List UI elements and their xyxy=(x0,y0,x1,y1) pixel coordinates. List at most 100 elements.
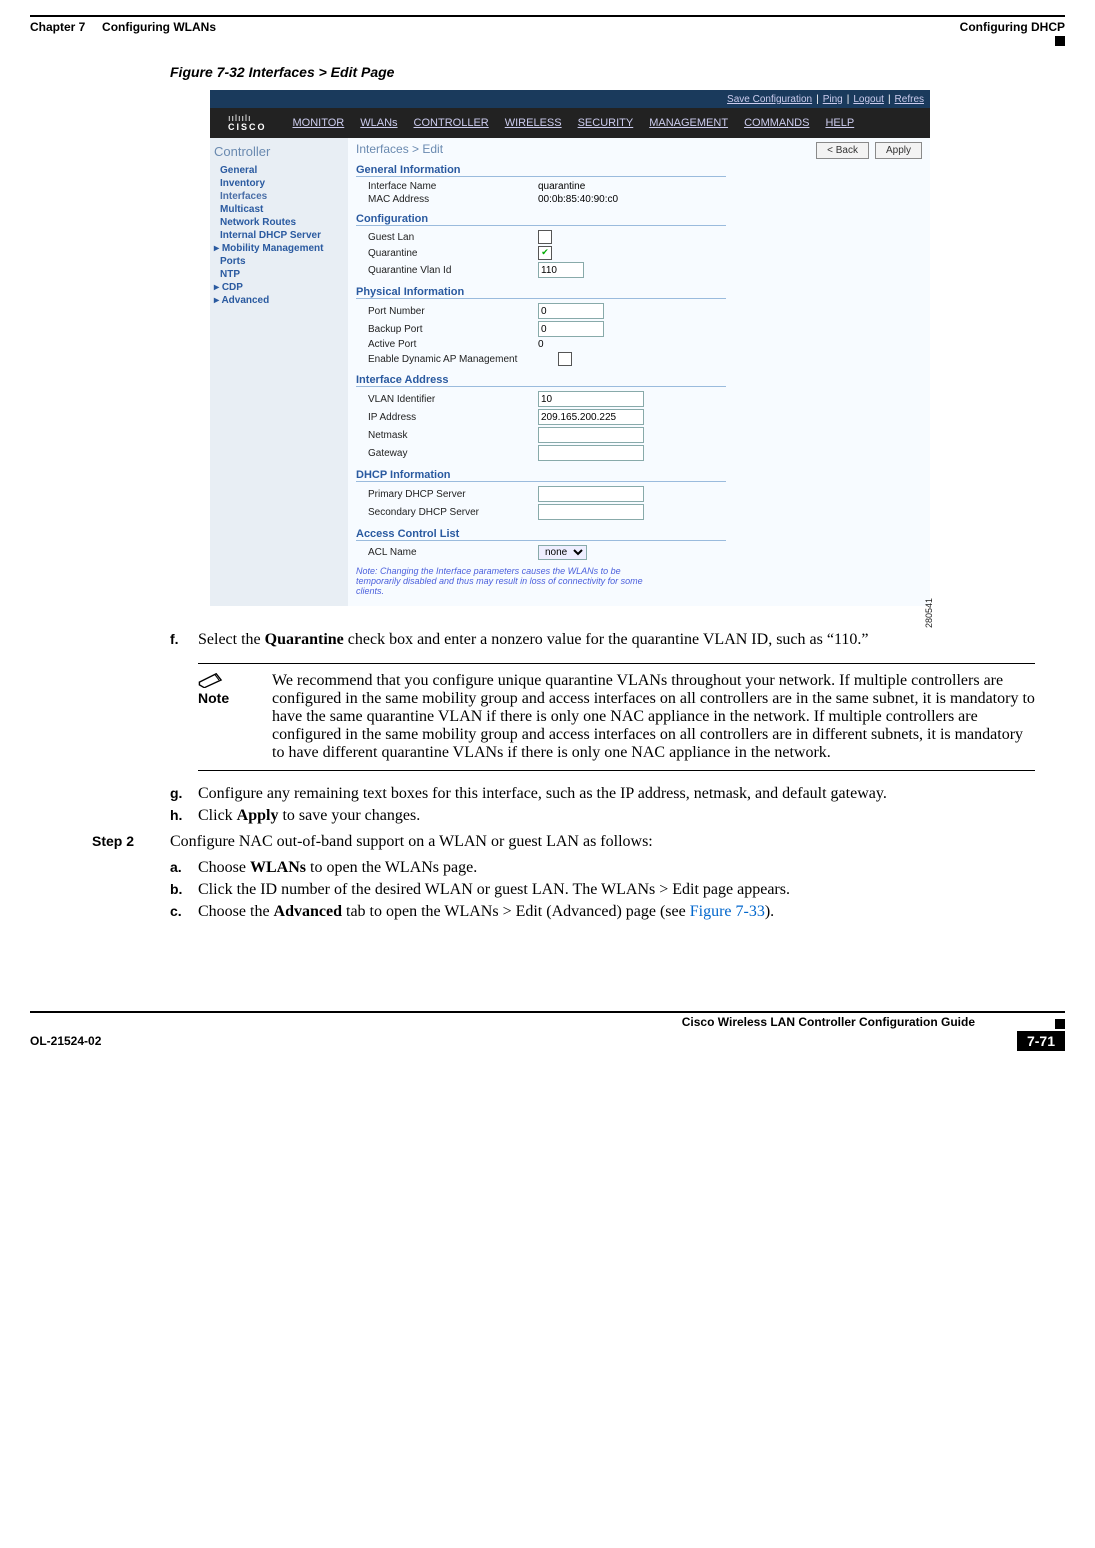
sidebar-item-multicast[interactable]: Multicast xyxy=(220,204,344,215)
sidebar-item-ports[interactable]: Ports xyxy=(220,256,344,267)
label-netmask: Netmask xyxy=(368,430,538,441)
screenshot-panel: Save Configuration | Ping | Logout | Ref… xyxy=(210,90,930,606)
label-active-port: Active Port xyxy=(368,339,538,350)
menu-commands[interactable]: COMMANDS xyxy=(744,117,809,129)
label-guest-lan: Guest Lan xyxy=(368,232,538,243)
screenshot-side-caption: 280541 xyxy=(924,598,934,628)
note-text: We recommend that you configure unique q… xyxy=(272,672,1035,762)
figure-caption: Figure 7-32 Interfaces > Edit Page xyxy=(170,64,1035,80)
pencil-icon xyxy=(198,672,226,688)
footer-doc-number: OL-21524-02 xyxy=(30,1034,101,1048)
ping-link[interactable]: Ping xyxy=(823,94,843,105)
chapter-label: Chapter 7 xyxy=(30,20,85,34)
step-b-marker: b. xyxy=(170,881,198,899)
checkbox-guest-lan[interactable] xyxy=(538,230,552,244)
label-ip-address: IP Address xyxy=(368,412,538,423)
input-ip-address[interactable] xyxy=(538,409,644,425)
sidebar-item-network-routes[interactable]: Network Routes xyxy=(220,217,344,228)
section-configuration: Configuration xyxy=(356,213,726,226)
screenshot-main: Interfaces > Edit < Back Apply General I… xyxy=(348,138,930,606)
step-g-marker: g. xyxy=(170,785,198,803)
label-port-number: Port Number xyxy=(368,306,538,317)
logout-link[interactable]: Logout xyxy=(853,94,884,105)
input-quarantine-vlan[interactable] xyxy=(538,262,584,278)
step-f-marker: f. xyxy=(170,631,198,649)
input-netmask[interactable] xyxy=(538,427,644,443)
label-backup-port: Backup Port xyxy=(368,324,538,335)
chapter-title: Configuring WLANs xyxy=(102,20,216,34)
input-primary-dhcp[interactable] xyxy=(538,486,644,502)
label-gateway: Gateway xyxy=(368,448,538,459)
label-secondary-dhcp: Secondary DHCP Server xyxy=(368,507,538,518)
sidebar-item-ntp[interactable]: NTP xyxy=(220,269,344,280)
label-quarantine-vlan: Quarantine Vlan Id xyxy=(368,265,538,276)
section-dhcp-info: DHCP Information xyxy=(356,469,726,482)
screenshot-sidebar: Controller General Inventory Interfaces … xyxy=(210,138,348,606)
refresh-link[interactable]: Refres xyxy=(895,94,924,105)
sidebar-item-general[interactable]: General xyxy=(220,165,344,176)
label-vlan-id: VLAN Identifier xyxy=(368,394,538,405)
note-label: Note xyxy=(198,690,272,706)
checkbox-dynamic-ap[interactable] xyxy=(558,352,572,366)
section-acl: Access Control List xyxy=(356,528,726,541)
save-config-link[interactable]: Save Configuration xyxy=(727,94,812,105)
label-mac-address: MAC Address xyxy=(368,194,538,205)
input-vlan-id[interactable] xyxy=(538,391,644,407)
sidebar-item-inventory[interactable]: Inventory xyxy=(220,178,344,189)
sidebar-title: Controller xyxy=(214,144,344,159)
figure-link[interactable]: Figure 7-33 xyxy=(690,903,765,920)
sidebar-item-cdp[interactable]: ▸ CDP xyxy=(214,282,344,293)
header-marker-icon xyxy=(1055,36,1065,46)
section-interface-address: Interface Address xyxy=(356,374,726,387)
step-a-marker: a. xyxy=(170,859,198,877)
sidebar-item-dhcp-server[interactable]: Internal DHCP Server xyxy=(220,230,344,241)
sidebar-item-interfaces[interactable]: Interfaces xyxy=(220,191,344,202)
menu-monitor[interactable]: MONITOR xyxy=(293,117,345,129)
screenshot-note: Note: Changing the Interface parameters … xyxy=(356,566,656,596)
menu-help[interactable]: HELP xyxy=(825,117,854,129)
step-2-text: Configure NAC out-of-band support on a W… xyxy=(170,833,653,851)
input-gateway[interactable] xyxy=(538,445,644,461)
step-h-text: Click Apply to save your changes. xyxy=(198,807,1035,825)
label-quarantine: Quarantine xyxy=(368,248,538,259)
input-secondary-dhcp[interactable] xyxy=(538,504,644,520)
menu-controller[interactable]: CONTROLLER xyxy=(414,117,489,129)
input-backup-port[interactable] xyxy=(538,321,604,337)
step-2-marker: Step 2 xyxy=(92,833,170,851)
select-acl-name[interactable]: none xyxy=(538,545,587,560)
step-h-marker: h. xyxy=(170,807,198,825)
step-c-text: Choose the Advanced tab to open the WLAN… xyxy=(198,903,1035,921)
menu-management[interactable]: MANAGEMENT xyxy=(649,117,728,129)
screenshot-menubar: ıılıılı CISCO MONITOR WLANs CONTROLLER W… xyxy=(210,108,930,138)
value-mac-address: 00:0b:85:40:90:c0 xyxy=(538,194,618,205)
apply-button[interactable]: Apply xyxy=(875,142,922,159)
step-c-marker: c. xyxy=(170,903,198,921)
back-button[interactable]: < Back xyxy=(816,142,869,159)
footer-guide-title: Cisco Wireless LAN Controller Configurat… xyxy=(682,1015,975,1029)
note-block: Note We recommend that you configure uni… xyxy=(198,663,1035,771)
value-active-port: 0 xyxy=(538,339,544,350)
step-b-text: Click the ID number of the desired WLAN … xyxy=(198,881,1035,899)
note-icon-col: Note xyxy=(198,672,272,762)
label-dynamic-ap: Enable Dynamic AP Management xyxy=(368,354,558,365)
step-a-text: Choose WLANs to open the WLANs page. xyxy=(198,859,1035,877)
section-physical-info: Physical Information xyxy=(356,286,726,299)
label-primary-dhcp: Primary DHCP Server xyxy=(368,489,538,500)
footer-marker-icon xyxy=(1055,1019,1065,1029)
section-general-info: General Information xyxy=(356,164,726,177)
menu-security[interactable]: SECURITY xyxy=(578,117,634,129)
sidebar-item-advanced[interactable]: ▸ Advanced xyxy=(214,295,344,306)
cisco-logo: ıılıılı CISCO xyxy=(210,114,285,132)
label-acl-name: ACL Name xyxy=(368,547,538,558)
sidebar-item-mobility[interactable]: ▸ Mobility Management xyxy=(214,243,344,254)
label-interface-name: Interface Name xyxy=(368,181,538,192)
value-interface-name: quarantine xyxy=(538,181,585,192)
footer-page-number: 7-71 xyxy=(1017,1031,1065,1051)
screenshot-topbar: Save Configuration | Ping | Logout | Ref… xyxy=(210,90,930,108)
menu-wireless[interactable]: WIRELESS xyxy=(505,117,562,129)
step-f-text: Select the Quarantine check box and ente… xyxy=(198,631,1035,649)
checkbox-quarantine[interactable]: ✔ xyxy=(538,246,552,260)
menu-wlans[interactable]: WLANs xyxy=(360,117,397,129)
input-port-number[interactable] xyxy=(538,303,604,319)
step-g-text: Configure any remaining text boxes for t… xyxy=(198,785,1035,803)
